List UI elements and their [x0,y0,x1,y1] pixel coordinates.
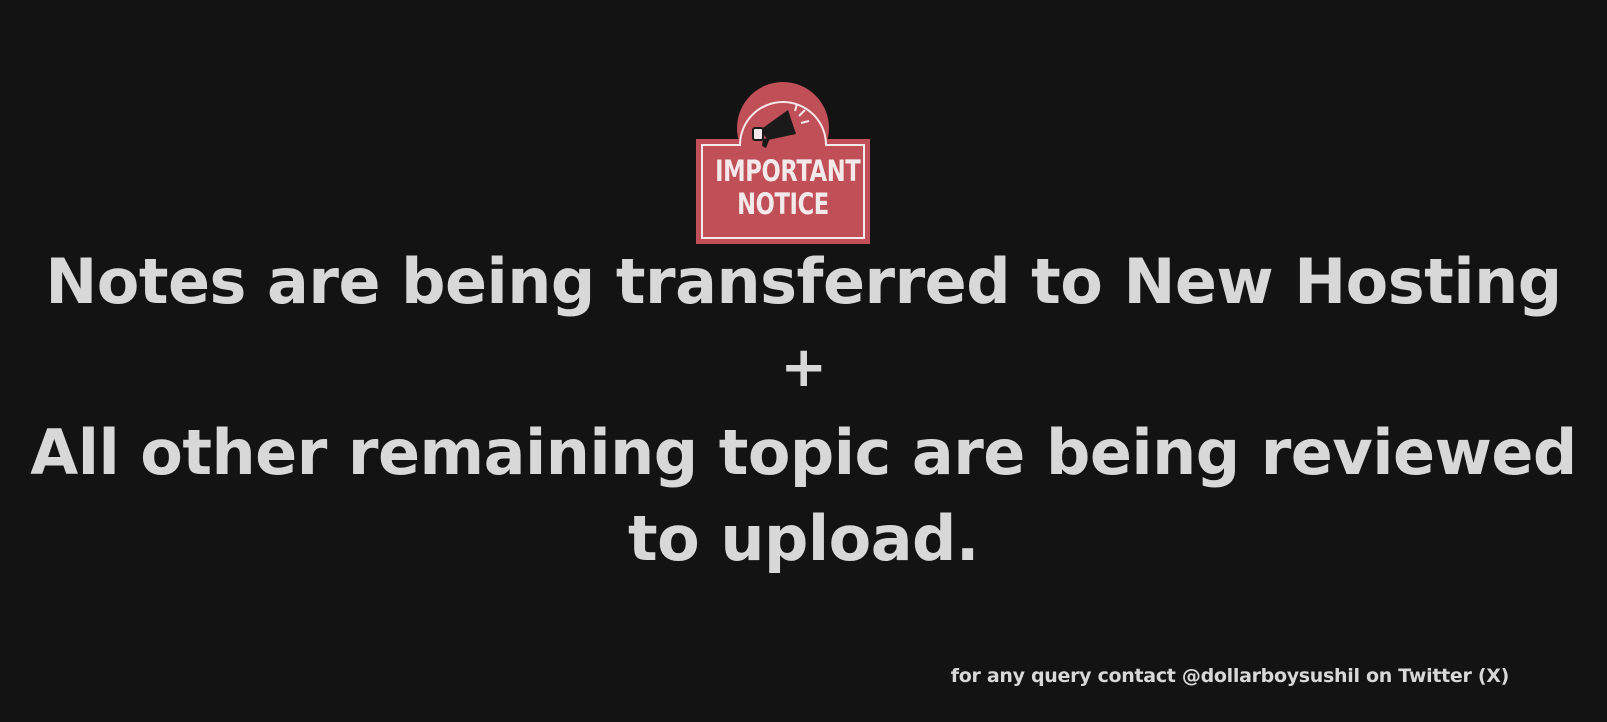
headline-review-notice: All other remaining topic are being revi… [30,416,1577,489]
important-notice-badge: IMPORTANT NOTICE [696,82,870,244]
headline-plus-separator: + [780,335,827,400]
badge-title-line-2: NOTICE [737,187,829,221]
headline-review-notice-continued: to upload. [628,502,979,575]
headline-transfer-notice: Notes are being transferred to New Hosti… [45,245,1562,318]
contact-note: for any query contact @dollarboysushil o… [950,665,1510,687]
badge-title-line-1: IMPORTANT [715,154,861,188]
